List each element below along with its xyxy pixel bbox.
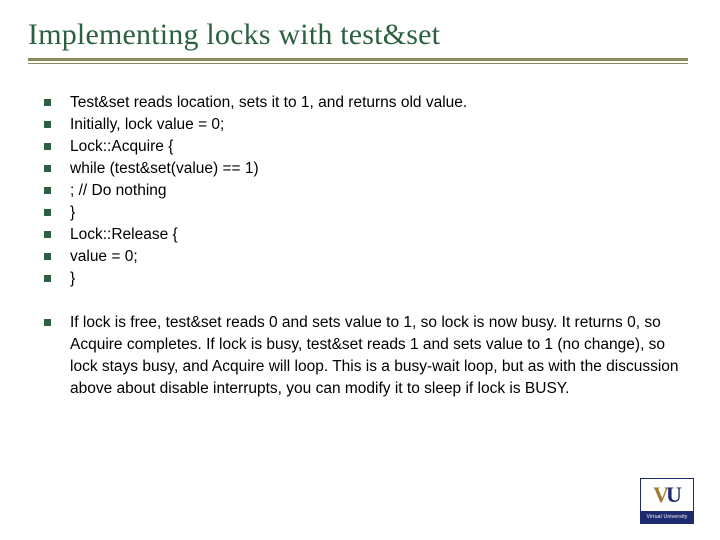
- list-item: value = 0;: [42, 246, 692, 268]
- list-item: }: [42, 202, 692, 224]
- list-item: If lock is free, test&set reads 0 and se…: [42, 312, 692, 400]
- logo-letter-u: U: [666, 482, 681, 508]
- title-rule-thin: [28, 63, 688, 64]
- content-area: Test&set reads location, sets it to 1, a…: [28, 92, 692, 400]
- vu-logo: VU Virtual University: [640, 478, 694, 524]
- vu-logo-letters: VU: [641, 479, 693, 511]
- bullet-list-1: Test&set reads location, sets it to 1, a…: [42, 92, 692, 290]
- slide: Implementing locks with test&set Test&se…: [0, 0, 720, 540]
- vu-logo-subtitle: Virtual University: [641, 511, 693, 523]
- list-item: Initially, lock value = 0;: [42, 114, 692, 136]
- spacer: [42, 290, 692, 312]
- list-item: Lock::Acquire {: [42, 136, 692, 158]
- page-title: Implementing locks with test&set: [28, 18, 692, 52]
- list-item: Test&set reads location, sets it to 1, a…: [42, 92, 692, 114]
- list-item: Lock::Release {: [42, 224, 692, 246]
- title-rule-thick: [28, 58, 688, 64]
- bullet-list-2: If lock is free, test&set reads 0 and se…: [42, 312, 692, 400]
- list-item: while (test&set(value) == 1): [42, 158, 692, 180]
- list-item: ; // Do nothing: [42, 180, 692, 202]
- list-item: }: [42, 268, 692, 290]
